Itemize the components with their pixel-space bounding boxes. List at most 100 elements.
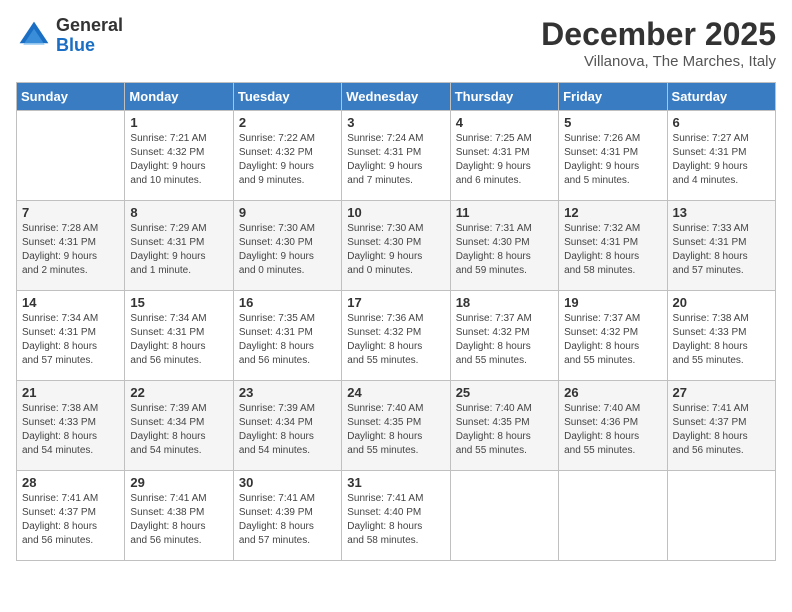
day-info: Sunrise: 7:36 AM Sunset: 4:32 PM Dayligh… (347, 312, 444, 368)
day-number: 9 (239, 205, 336, 220)
calendar-cell: 30Sunrise: 7:41 AM Sunset: 4:39 PM Dayli… (233, 471, 341, 561)
day-number: 10 (347, 205, 444, 220)
calendar-week-row: 7 Sunrise: 7:28 AM Sunset: 4:31 PM Daylig… (17, 201, 776, 291)
day-info: Sunrise: 7:29 AM Sunset: 4:31 PM Dayligh… (130, 222, 227, 278)
day-info: Sunrise: 7:32 AM Sunset: 4:31 PM Dayligh… (564, 222, 661, 278)
calendar-cell: 9 Sunrise: 7:30 AM Sunset: 4:30 PM Daylig… (233, 201, 341, 291)
day-info: Sunrise: 7:39 AM Sunset: 4:34 PM Dayligh… (130, 402, 227, 458)
calendar-week-row: 1Sunrise: 7:21 AM Sunset: 4:32 PM Daylig… (17, 111, 776, 201)
day-number: 23 (239, 385, 336, 400)
calendar-cell: 27 Sunrise: 7:41 AM Sunset: 4:37 PM Dayli… (667, 381, 775, 471)
day-info: Sunrise: 7:41 AM Sunset: 4:37 PM Dayligh… (22, 492, 119, 548)
day-info: Sunrise: 7:26 AM Sunset: 4:31 PM Dayligh… (564, 132, 661, 188)
calendar-cell: 3Sunrise: 7:24 AM Sunset: 4:31 PM Daylig… (342, 111, 450, 201)
day-info: Sunrise: 7:30 AM Sunset: 4:30 PM Dayligh… (239, 222, 336, 278)
calendar-weekday-header: Wednesday (342, 83, 450, 111)
calendar-cell: 18Sunrise: 7:37 AM Sunset: 4:32 PM Dayli… (450, 291, 558, 381)
location: Villanova, The Marches, Italy (541, 53, 776, 70)
calendar-weekday-header: Saturday (667, 83, 775, 111)
calendar-cell: 20 Sunrise: 7:38 AM Sunset: 4:33 PM Dayli… (667, 291, 775, 381)
calendar-cell: 8 Sunrise: 7:29 AM Sunset: 4:31 PM Daylig… (125, 201, 233, 291)
day-info: Sunrise: 7:41 AM Sunset: 4:37 PM Dayligh… (673, 402, 770, 458)
logo-icon (16, 18, 52, 54)
day-number: 7 (22, 205, 119, 220)
calendar-cell (559, 471, 667, 561)
day-info: Sunrise: 7:40 AM Sunset: 4:35 PM Dayligh… (456, 402, 553, 458)
calendar-cell: 2Sunrise: 7:22 AM Sunset: 4:32 PM Daylig… (233, 111, 341, 201)
calendar-cell: 7 Sunrise: 7:28 AM Sunset: 4:31 PM Daylig… (17, 201, 125, 291)
day-info: Sunrise: 7:37 AM Sunset: 4:32 PM Dayligh… (456, 312, 553, 368)
day-number: 29 (130, 475, 227, 490)
calendar-week-row: 21 Sunrise: 7:38 AM Sunset: 4:33 PM Dayli… (17, 381, 776, 471)
day-info: Sunrise: 7:34 AM Sunset: 4:31 PM Dayligh… (130, 312, 227, 368)
day-number: 31 (347, 475, 444, 490)
calendar-week-row: 28 Sunrise: 7:41 AM Sunset: 4:37 PM Dayli… (17, 471, 776, 561)
day-number: 30 (239, 475, 336, 490)
calendar-weekday-header: Friday (559, 83, 667, 111)
calendar-cell: 31 Sunrise: 7:41 AM Sunset: 4:40 PM Dayli… (342, 471, 450, 561)
day-info: Sunrise: 7:41 AM Sunset: 4:40 PM Dayligh… (347, 492, 444, 548)
logo-text: General Blue (56, 16, 123, 56)
calendar-cell: 11Sunrise: 7:31 AM Sunset: 4:30 PM Dayli… (450, 201, 558, 291)
day-number: 28 (22, 475, 119, 490)
title-block: December 2025 Villanova, The Marches, It… (541, 16, 776, 70)
day-number: 16 (239, 295, 336, 310)
day-number: 26 (564, 385, 661, 400)
day-info: Sunrise: 7:40 AM Sunset: 4:36 PM Dayligh… (564, 402, 661, 458)
calendar-week-row: 14 Sunrise: 7:34 AM Sunset: 4:31 PM Dayli… (17, 291, 776, 381)
day-info: Sunrise: 7:28 AM Sunset: 4:31 PM Dayligh… (22, 222, 119, 278)
calendar-cell: 1Sunrise: 7:21 AM Sunset: 4:32 PM Daylig… (125, 111, 233, 201)
day-info: Sunrise: 7:41 AM Sunset: 4:38 PM Dayligh… (130, 492, 227, 548)
calendar-cell: 21 Sunrise: 7:38 AM Sunset: 4:33 PM Dayli… (17, 381, 125, 471)
calendar-weekday-header: Tuesday (233, 83, 341, 111)
day-info: Sunrise: 7:27 AM Sunset: 4:31 PM Dayligh… (673, 132, 770, 188)
calendar-cell (17, 111, 125, 201)
day-info: Sunrise: 7:38 AM Sunset: 4:33 PM Dayligh… (22, 402, 119, 458)
day-info: Sunrise: 7:33 AM Sunset: 4:31 PM Dayligh… (673, 222, 770, 278)
calendar-cell (450, 471, 558, 561)
logo: General Blue (16, 16, 123, 56)
calendar-header-row: SundayMondayTuesdayWednesdayThursdayFrid… (17, 83, 776, 111)
calendar-cell: 10Sunrise: 7:30 AM Sunset: 4:30 PM Dayli… (342, 201, 450, 291)
day-info: Sunrise: 7:39 AM Sunset: 4:34 PM Dayligh… (239, 402, 336, 458)
calendar-cell: 4 Sunrise: 7:25 AM Sunset: 4:31 PM Daylig… (450, 111, 558, 201)
calendar-weekday-header: Sunday (17, 83, 125, 111)
day-number: 27 (673, 385, 770, 400)
day-info: Sunrise: 7:22 AM Sunset: 4:32 PM Dayligh… (239, 132, 336, 188)
day-info: Sunrise: 7:35 AM Sunset: 4:31 PM Dayligh… (239, 312, 336, 368)
day-info: Sunrise: 7:38 AM Sunset: 4:33 PM Dayligh… (673, 312, 770, 368)
calendar-cell: 17Sunrise: 7:36 AM Sunset: 4:32 PM Dayli… (342, 291, 450, 381)
day-number: 22 (130, 385, 227, 400)
calendar-cell: 25 Sunrise: 7:40 AM Sunset: 4:35 PM Dayli… (450, 381, 558, 471)
day-info: Sunrise: 7:25 AM Sunset: 4:31 PM Dayligh… (456, 132, 553, 188)
day-number: 6 (673, 115, 770, 130)
month-title: December 2025 (541, 16, 776, 53)
day-number: 5 (564, 115, 661, 130)
calendar-cell: 26 Sunrise: 7:40 AM Sunset: 4:36 PM Dayli… (559, 381, 667, 471)
day-number: 14 (22, 295, 119, 310)
calendar-cell: 16 Sunrise: 7:35 AM Sunset: 4:31 PM Dayli… (233, 291, 341, 381)
day-number: 15 (130, 295, 227, 310)
day-number: 21 (22, 385, 119, 400)
day-number: 20 (673, 295, 770, 310)
day-number: 11 (456, 205, 553, 220)
day-info: Sunrise: 7:37 AM Sunset: 4:32 PM Dayligh… (564, 312, 661, 368)
calendar-cell: 19Sunrise: 7:37 AM Sunset: 4:32 PM Dayli… (559, 291, 667, 381)
day-info: Sunrise: 7:24 AM Sunset: 4:31 PM Dayligh… (347, 132, 444, 188)
calendar-table: SundayMondayTuesdayWednesdayThursdayFrid… (16, 82, 776, 561)
day-number: 1 (130, 115, 227, 130)
page-header: General Blue December 2025 Villanova, Th… (16, 16, 776, 70)
day-number: 4 (456, 115, 553, 130)
calendar-cell: 24Sunrise: 7:40 AM Sunset: 4:35 PM Dayli… (342, 381, 450, 471)
calendar-cell: 28 Sunrise: 7:41 AM Sunset: 4:37 PM Dayli… (17, 471, 125, 561)
calendar-body: 1Sunrise: 7:21 AM Sunset: 4:32 PM Daylig… (17, 111, 776, 561)
calendar-cell: 6 Sunrise: 7:27 AM Sunset: 4:31 PM Daylig… (667, 111, 775, 201)
day-number: 8 (130, 205, 227, 220)
calendar-cell: 22 Sunrise: 7:39 AM Sunset: 4:34 PM Dayli… (125, 381, 233, 471)
calendar-cell: 12 Sunrise: 7:32 AM Sunset: 4:31 PM Dayli… (559, 201, 667, 291)
day-number: 25 (456, 385, 553, 400)
day-info: Sunrise: 7:40 AM Sunset: 4:35 PM Dayligh… (347, 402, 444, 458)
calendar-cell: 15 Sunrise: 7:34 AM Sunset: 4:31 PM Dayli… (125, 291, 233, 381)
day-number: 12 (564, 205, 661, 220)
calendar-weekday-header: Monday (125, 83, 233, 111)
